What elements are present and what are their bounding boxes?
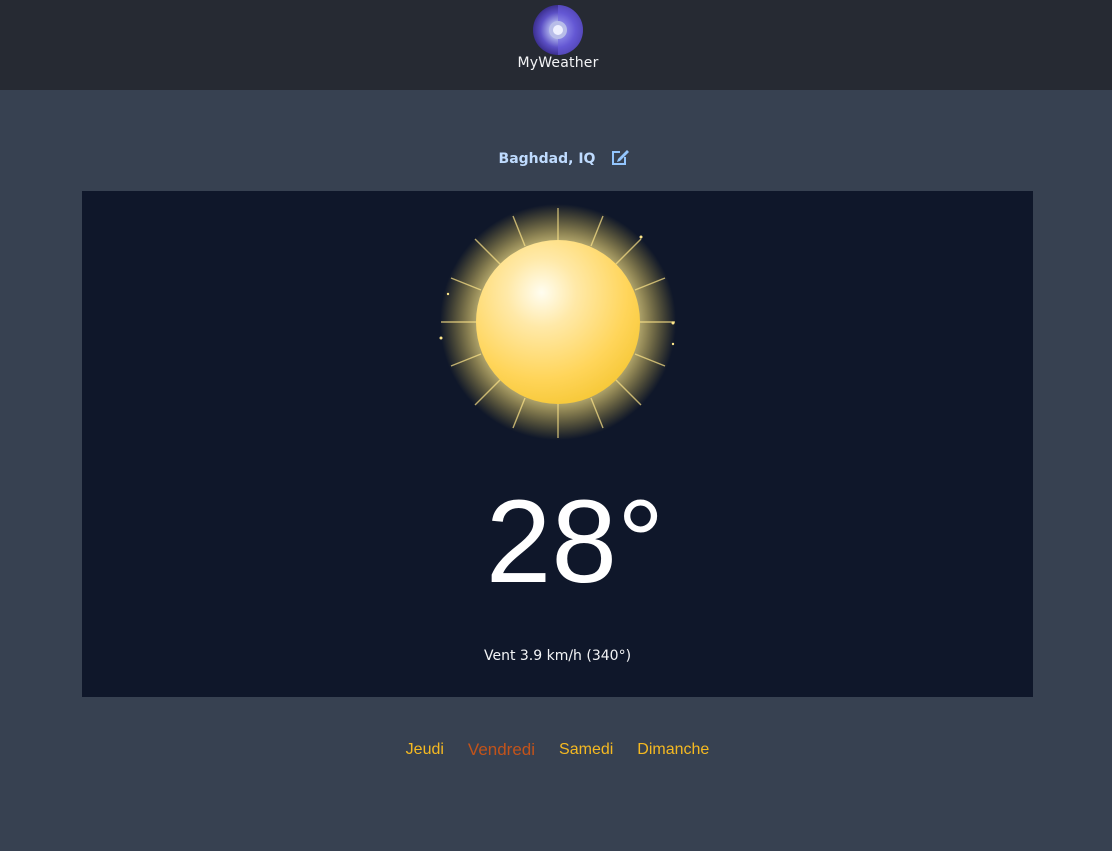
app-brand: MyWeather <box>517 55 599 71</box>
edit-location-button[interactable] <box>609 146 631 168</box>
edit-icon <box>612 150 630 165</box>
wind-info: Vent 3.9 km/h (340°) <box>483 648 632 664</box>
temperature: 28° <box>485 476 665 608</box>
sun-icon <box>439 204 676 440</box>
day-tab-dimanche[interactable]: Dimanche <box>637 738 709 762</box>
day-tab-vendredi[interactable]: Vendredi <box>468 738 535 762</box>
top-bar: MyWeather <box>0 0 1112 90</box>
day-tab-samedi[interactable]: Samedi <box>559 738 613 762</box>
day-tabs: Jeudi Vendredi Samedi Dimanche <box>0 738 1112 762</box>
location-row: Baghdad, IQ <box>0 145 1112 173</box>
location-label: Baghdad, IQ <box>498 151 596 167</box>
moon-logo-icon[interactable] <box>533 5 583 55</box>
day-tab-jeudi[interactable]: Jeudi <box>406 738 444 762</box>
